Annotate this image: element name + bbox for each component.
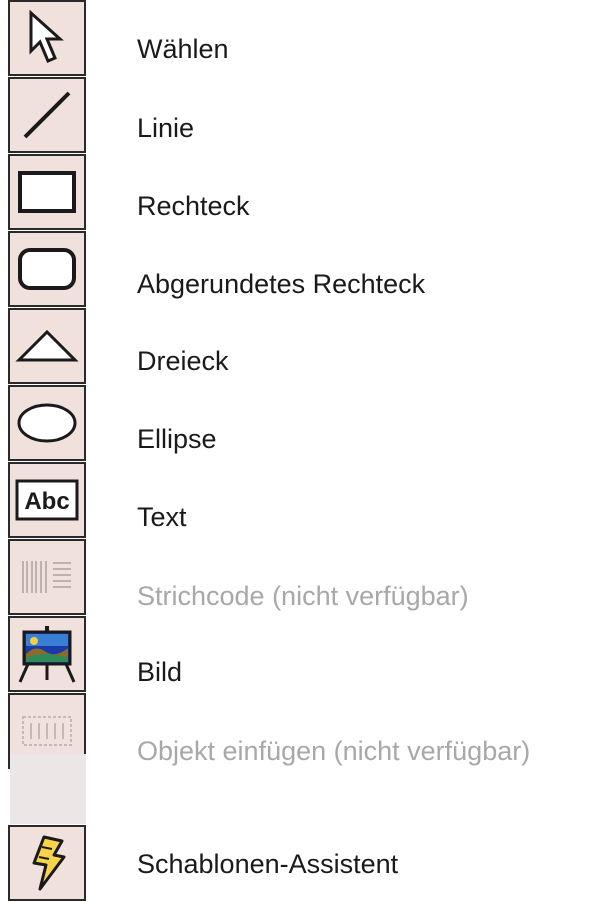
ellipse-tool-button[interactable] <box>8 385 86 461</box>
select-tool-label: Wählen <box>137 34 229 64</box>
image-tool-label: Bild <box>137 657 183 687</box>
rectangle-tool-button[interactable] <box>8 154 86 230</box>
rounded-rectangle-tool-label: Abgerundetes Rechteck <box>137 269 426 299</box>
text-tool-label: Text <box>137 502 187 532</box>
insert-object-tool-label: Objekt einfügen (nicht verfügbar) <box>137 736 531 766</box>
template-wizard-button[interactable] <box>8 825 86 901</box>
text-icon-glyphs: Abc <box>24 488 69 515</box>
image-tool-button[interactable] <box>8 616 86 692</box>
triangle-tool-button[interactable] <box>8 308 86 384</box>
ellipse-tool-label: Ellipse <box>137 424 217 454</box>
rounded-rectangle-tool-button[interactable] <box>8 231 86 307</box>
triangle-tool-label: Dreieck <box>137 346 229 376</box>
barcode-tool-button <box>8 539 86 615</box>
toolbar-separator <box>10 754 86 824</box>
text-tool-button[interactable]: Abc <box>8 462 86 538</box>
line-tool-button[interactable] <box>8 77 86 153</box>
template-wizard-label: Schablonen-Assistent <box>137 849 399 879</box>
line-tool-label: Linie <box>137 113 195 143</box>
drawing-toolbar: Abc <box>8 0 88 902</box>
barcode-tool-label: Strichcode (nicht verfügbar) <box>137 581 469 611</box>
rectangle-tool-label: Rechteck <box>137 191 250 221</box>
select-tool-button[interactable] <box>8 0 86 76</box>
